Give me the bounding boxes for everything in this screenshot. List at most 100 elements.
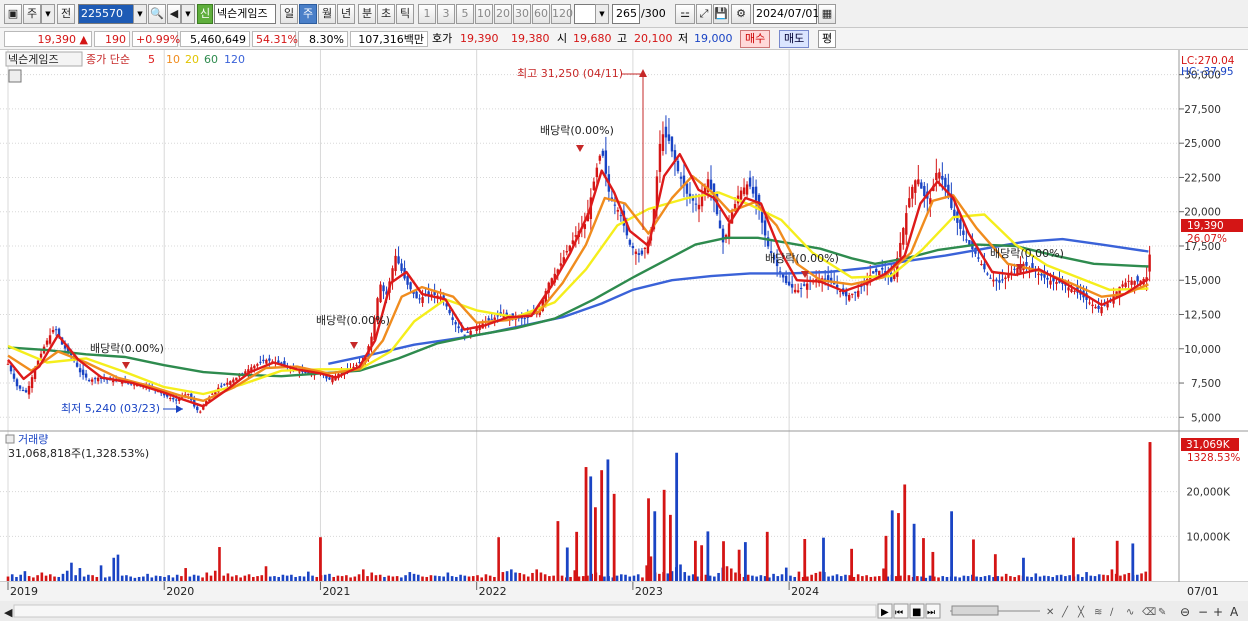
volume-bar [531, 572, 534, 581]
search-icon[interactable]: 🔍 [148, 4, 166, 24]
volume-bar [19, 574, 22, 581]
dividend-annotation-2019: 배당락(0.00%) [90, 342, 164, 355]
volume-bar [209, 575, 213, 581]
legend-ma5: 5 [148, 53, 155, 66]
candle-down [21, 389, 25, 391]
candle-down [1046, 277, 1049, 280]
volume-bar [603, 576, 606, 581]
volume-spike-bar [1115, 540, 1119, 581]
current-change-pct-label: 26.07% [1187, 233, 1227, 245]
speaker-icon[interactable]: ◀ [167, 4, 181, 24]
period-year[interactable]: 년 [337, 4, 355, 24]
prev-button[interactable]: 전 [57, 4, 75, 24]
auto-scale-icon[interactable]: A [1230, 605, 1239, 619]
candle-type-icon[interactable]: ⚍ [675, 4, 695, 24]
volume-bar [1093, 576, 1097, 581]
volume-spike-bar [765, 531, 769, 581]
volume-bar [514, 572, 517, 581]
period-day[interactable]: 일 [280, 4, 298, 24]
candle-down [823, 278, 827, 280]
volume-spike-bar [972, 539, 975, 581]
settings-gear-icon[interactable]: ⚙ [731, 4, 751, 24]
horizontal-scrollbar[interactable] [13, 604, 877, 618]
volume-bar [1042, 575, 1046, 581]
custom-interval-dropdown-icon[interactable]: ▼ [595, 4, 609, 24]
candle-down [406, 276, 409, 285]
history-dropdown-icon[interactable]: ▼ [181, 4, 195, 24]
buy-button[interactable]: 매수 [740, 30, 771, 48]
period-second[interactable]: 초 [377, 4, 395, 24]
window-menu-icon[interactable]: ▣ [4, 4, 22, 24]
volume-bar [797, 571, 801, 581]
candle-up [805, 283, 809, 290]
interval-10[interactable]: 10 [475, 4, 493, 24]
stock-code-input[interactable]: 225570 [78, 4, 134, 24]
period-dropdown-icon[interactable]: ▼ [41, 4, 55, 24]
period-minute[interactable]: 분 [358, 4, 376, 24]
candle-down [415, 291, 418, 299]
period-week[interactable]: 주 [299, 4, 317, 24]
sell-button[interactable]: 매도 [779, 30, 810, 48]
interval-1[interactable]: 1 [418, 4, 436, 24]
period-month[interactable]: 월 [318, 4, 336, 24]
volume-bar [82, 576, 86, 581]
volume-bar [975, 576, 978, 581]
volume-bar [36, 575, 39, 581]
stock-chart[interactable]: 2019 2020 2021 2022 2023 2024 5,000 7,500 10,00… [0, 50, 1248, 621]
volume-bar [1144, 571, 1148, 581]
candle-down [881, 267, 884, 270]
volume-bar [924, 577, 928, 581]
volume-spike-bar [897, 513, 900, 581]
interval-120[interactable]: 120 [551, 4, 573, 24]
save-icon[interactable]: 💾 [713, 4, 729, 24]
interval-60[interactable]: 60 [532, 4, 550, 24]
count-input[interactable]: 265 [612, 4, 640, 24]
tool-diag-icon: ╱ [1061, 605, 1069, 618]
volume-bar [869, 576, 873, 581]
volume-bar [865, 575, 868, 581]
open-label: 시 [557, 32, 568, 45]
zoom-out-icon[interactable]: ⊖ [1180, 605, 1190, 619]
period-tick[interactable]: 틱 [396, 4, 414, 24]
interval-5[interactable]: 5 [456, 4, 474, 24]
volume-bar [518, 572, 522, 581]
period-select[interactable]: 주 [23, 4, 41, 24]
volume-bar [374, 575, 378, 581]
volume-panel-icon[interactable] [5, 434, 15, 444]
volume-spike-bar [737, 549, 741, 581]
candle-down [679, 176, 683, 179]
volume-bar [247, 574, 251, 581]
zoom-slider-thumb[interactable] [951, 605, 999, 616]
candle-down [54, 329, 58, 331]
volume-bar [175, 574, 179, 581]
plus-icon[interactable]: + [1213, 605, 1223, 619]
volume-bar [340, 576, 344, 581]
candle-down [487, 318, 490, 321]
year-label: 2021 [322, 585, 350, 598]
table-view-icon[interactable] [8, 69, 22, 83]
code-dropdown-icon[interactable]: ▼ [133, 4, 147, 24]
minus-icon[interactable]: − [1198, 605, 1208, 619]
candle-up [796, 290, 800, 293]
candle-down [787, 281, 791, 286]
volume-bar [285, 575, 289, 581]
year-label: 2024 [791, 585, 819, 598]
average-button[interactable]: 평 [818, 30, 837, 48]
interval-20[interactable]: 20 [494, 4, 512, 24]
candle-down [93, 378, 97, 380]
price-tick-label: 27,500 [1184, 104, 1221, 116]
date-input[interactable]: 2024/07/01 [753, 4, 819, 24]
interval-30[interactable]: 30 [513, 4, 531, 24]
chart-line-icon[interactable]: ⤢ [696, 4, 712, 24]
volume-spike-bar [1022, 557, 1025, 581]
candle-up [1004, 277, 1007, 280]
candle-down [496, 315, 499, 317]
candle-up [848, 295, 851, 301]
scroll-left-icon[interactable]: ◀ [4, 606, 13, 619]
calendar-icon[interactable]: ▦ [818, 4, 836, 24]
low-price: 19,000 [694, 32, 733, 45]
volume-bar [979, 576, 983, 581]
interval-3[interactable]: 3 [437, 4, 455, 24]
open-price: 19,680 [573, 32, 612, 45]
candle-down [24, 390, 28, 393]
